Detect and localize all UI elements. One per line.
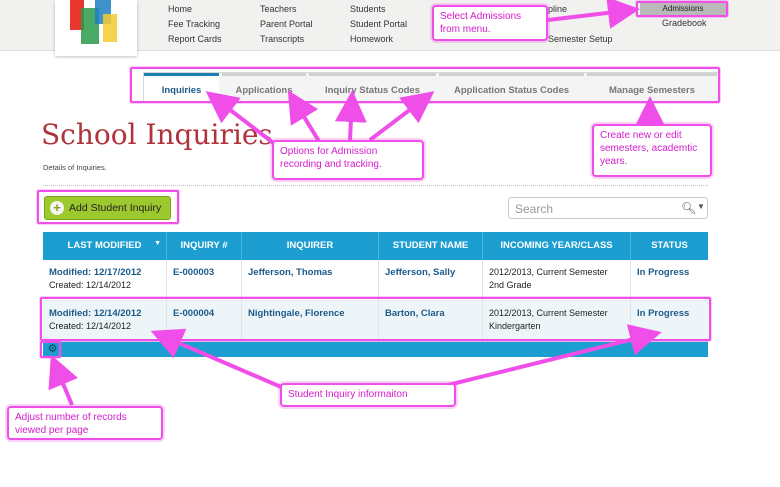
search-box: 🔍︎ ▼ xyxy=(508,197,708,219)
modified-date[interactable]: Modified: 12/17/2012 xyxy=(49,266,161,279)
school-logo[interactable] xyxy=(55,0,137,56)
callout-select-admissions: Select Admissions from menu. xyxy=(432,5,548,41)
nav-column-1: Home Fee Tracking Report Cards xyxy=(168,2,222,47)
callout-records-per-page: Adjust number of records viewed per page xyxy=(7,406,163,440)
highlight-gear xyxy=(40,341,61,358)
nav-link-fee-tracking[interactable]: Fee Tracking xyxy=(168,17,222,32)
table-header: LAST MODIFIED ▼ INQUIRY # INQUIRER STUDE… xyxy=(43,232,708,260)
callout-student-info: Student Inquiry informaiton xyxy=(280,383,456,407)
nav-link-teachers[interactable]: Teachers xyxy=(260,2,313,17)
table-footer: ⚙ xyxy=(43,342,708,357)
nav-link-parent-portal[interactable]: Parent Portal xyxy=(260,17,313,32)
column-header-inquirer[interactable]: INQUIRER xyxy=(242,232,379,260)
logo-block-yellow xyxy=(103,14,117,42)
cell-last-modified: Modified: 12/17/2012 Created: 12/14/2012 xyxy=(43,260,167,301)
cell-inquiry-number: E-000003 xyxy=(167,260,242,301)
nav-column-3: Students Student Portal Homework xyxy=(350,2,407,47)
student-name-link[interactable]: Jefferson, Sally xyxy=(385,266,477,279)
nav-link-homework[interactable]: Homework xyxy=(350,32,407,47)
incoming-class: 2nd Grade xyxy=(489,280,532,290)
column-header-status[interactable]: STATUS xyxy=(631,232,708,260)
incoming-year: 2012/2013, Current Semester xyxy=(489,267,608,277)
nav-link-semester-setup[interactable]: Semester Setup xyxy=(548,32,613,47)
inquirer-link[interactable]: Jefferson, Thomas xyxy=(248,266,373,279)
nav-link-discipline[interactable]: pline xyxy=(548,2,613,17)
created-date: Created: 12/14/2012 xyxy=(49,280,132,290)
arrow-to-gear xyxy=(48,354,79,406)
highlight-tab-bar xyxy=(130,67,720,103)
column-header-student-name[interactable]: STUDENT NAME xyxy=(379,232,483,260)
cell-student-name: Jefferson, Sally xyxy=(379,260,483,301)
nav-link-report-cards[interactable]: Report Cards xyxy=(168,32,222,47)
sort-desc-icon: ▼ xyxy=(154,240,161,247)
cell-incoming-year-class: 2012/2013, Current Semester 2nd Grade xyxy=(483,260,631,301)
page-title: School Inquiries xyxy=(41,118,273,151)
search-input[interactable] xyxy=(513,200,677,218)
cell-inquirer: Jefferson, Thomas xyxy=(242,260,379,301)
nav-link-students[interactable]: Students xyxy=(350,2,407,17)
nav-column-4: pline Semester Setup xyxy=(548,2,613,47)
column-header-incoming-year-class[interactable]: INCOMING YEAR/CLASS xyxy=(483,232,631,260)
column-header-last-modified[interactable]: LAST MODIFIED ▼ xyxy=(43,232,167,260)
column-header-inquiry-number[interactable]: INQUIRY # xyxy=(167,232,242,260)
nav-link-home[interactable]: Home xyxy=(168,2,222,17)
page-subtitle: Details of Inquiries. xyxy=(43,163,107,172)
divider xyxy=(43,185,708,186)
nav-link-transcripts[interactable]: Transcripts xyxy=(260,32,313,47)
callout-admission-options: Options for Admission recording and trac… xyxy=(272,140,424,180)
nav-column-2: Teachers Parent Portal Transcripts xyxy=(260,2,313,47)
table-row[interactable]: Modified: 12/17/2012 Created: 12/14/2012… xyxy=(43,260,708,301)
highlight-add-button xyxy=(37,190,179,224)
cell-status: In Progress xyxy=(631,260,708,301)
highlight-table-row xyxy=(40,297,711,341)
callout-semesters: Create new or edit semesters, academtic … xyxy=(592,124,712,177)
arrow-to-inquiry-status xyxy=(334,90,367,141)
arrow-to-applications xyxy=(287,90,322,145)
highlight-admissions-menu xyxy=(636,1,728,17)
inquiry-number-link[interactable]: E-000003 xyxy=(173,266,236,279)
status-link[interactable]: In Progress xyxy=(637,266,703,279)
search-icon[interactable]: 🔍︎ xyxy=(681,201,696,215)
chevron-down-icon[interactable]: ▼ xyxy=(697,202,705,211)
nav-link-gradebook[interactable]: Gradebook xyxy=(662,18,707,28)
nav-link-student-portal[interactable]: Student Portal xyxy=(350,17,407,32)
